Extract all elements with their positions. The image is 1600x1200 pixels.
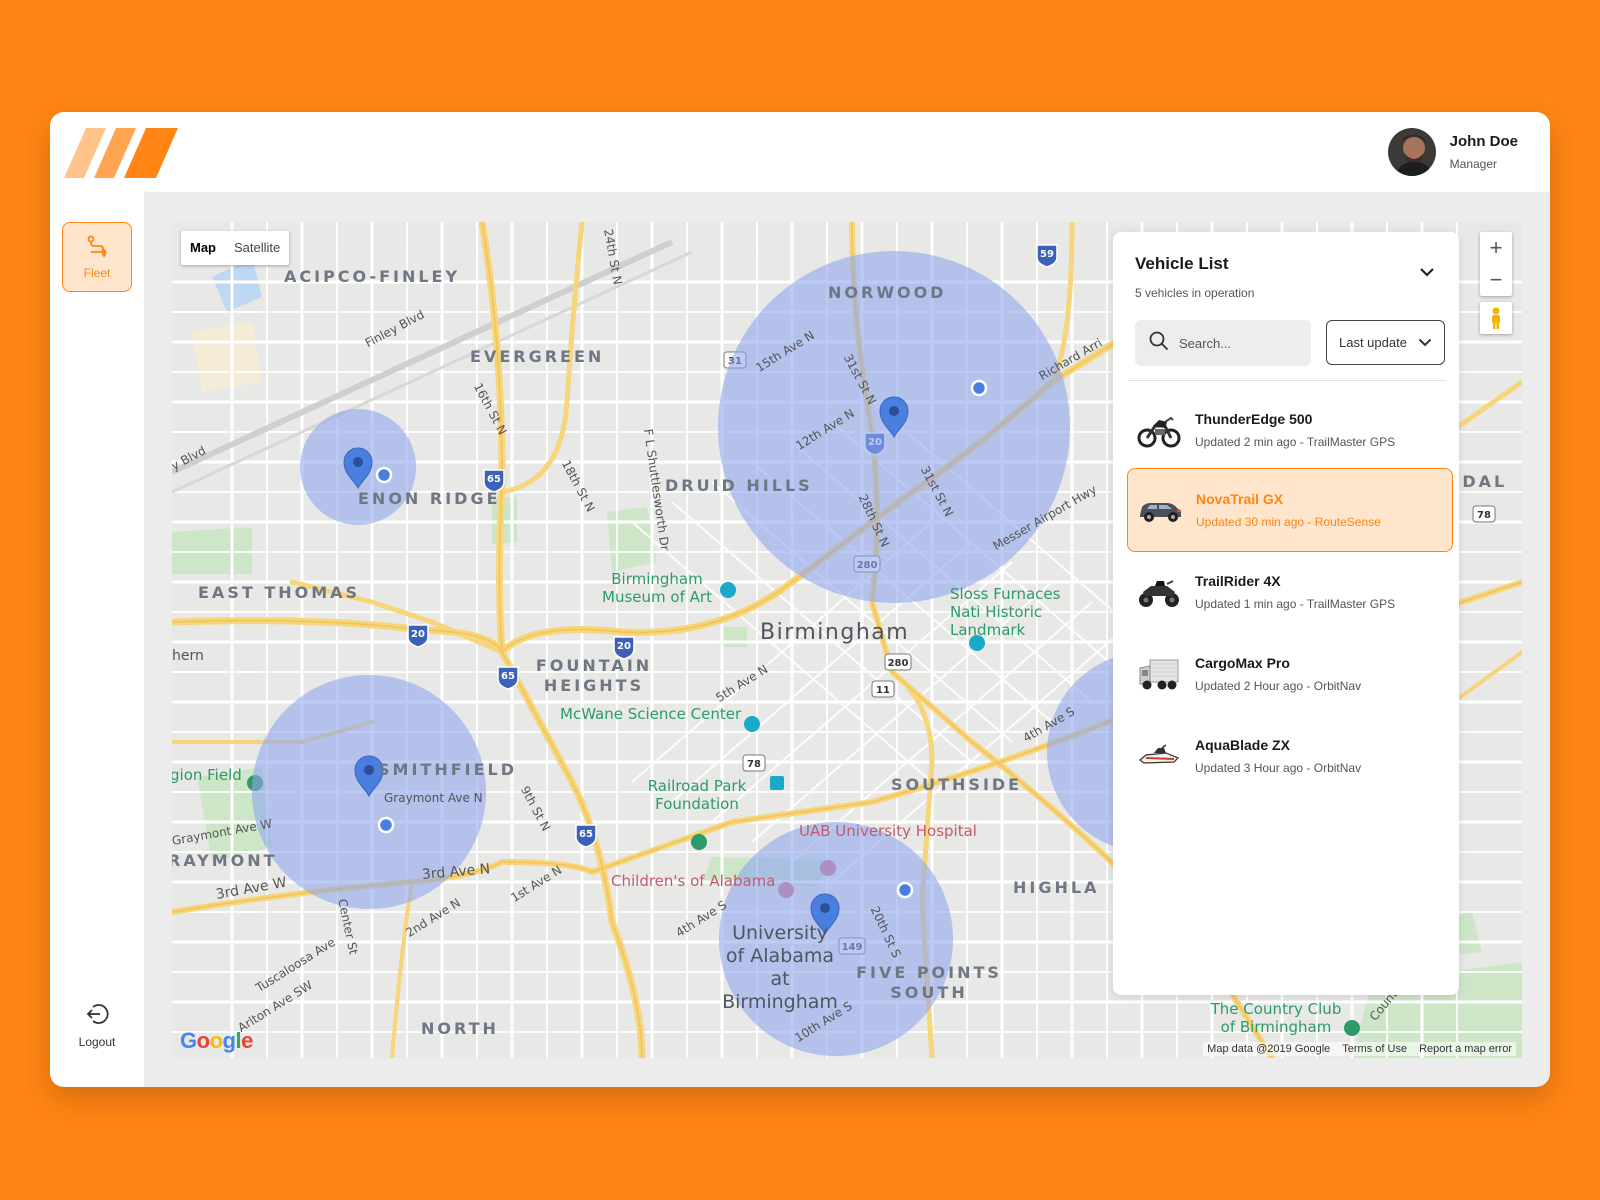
report-error-link[interactable]: Report a map error (1419, 1043, 1512, 1055)
user-profile[interactable]: John Doe Manager (1387, 128, 1518, 176)
vehicle-search (1135, 320, 1311, 366)
vehicle-status: Updated 1 min ago - TrailMaster GPS (1195, 597, 1396, 611)
panel-divider (1128, 380, 1446, 381)
logout-icon (84, 1001, 110, 1032)
sort-dropdown-label: Last update (1339, 335, 1407, 350)
collapse-chevron-icon[interactable] (1419, 264, 1435, 282)
svg-text:20: 20 (617, 641, 631, 652)
vehicle-list-subtitle: 5 vehicles in operation (1135, 286, 1255, 300)
logout-button[interactable]: Logout (62, 1001, 132, 1049)
svg-text:280: 280 (888, 658, 909, 669)
vehicle-item-cargomax-pro[interactable]: CargoMax Pro Updated 2 Hour ago - OrbitN… (1127, 632, 1453, 716)
vehicle-status: Updated 2 min ago - TrailMaster GPS (1195, 435, 1396, 449)
atv-icon (1135, 572, 1183, 612)
neighborhood-label: EVERGREEN (470, 347, 605, 366)
map-attribution: Map data @2019 Google Terms of Use Repor… (1203, 1042, 1516, 1056)
vehicle-name: NovaTrail GX (1196, 491, 1284, 507)
city-label: Birmingham (760, 620, 910, 645)
street-view-pegman-icon[interactable] (1480, 302, 1512, 334)
user-role: Manager (1449, 157, 1498, 171)
svg-text:11: 11 (876, 685, 890, 696)
vehicle-list-panel: Vehicle List 5 vehicles in operation Las… (1113, 232, 1459, 995)
user-name: John Doe (1449, 133, 1518, 150)
poi-uab-label: University of Alabama at Birmingham (722, 922, 838, 1013)
vehicle-name: AquaBlade ZX (1195, 737, 1290, 753)
google-logo: Google (180, 1028, 253, 1053)
vehicle-list-title: Vehicle List (1135, 254, 1229, 273)
sort-dropdown[interactable]: Last update (1326, 320, 1445, 365)
vehicle-item-thunderedge-500[interactable]: ThunderEdge 500 Updated 2 min ago - Trai… (1127, 388, 1453, 472)
poi-country-club-label: The Country Club of Birmingham (1210, 1000, 1342, 1036)
sidebar-item-fleet[interactable]: Fleet (62, 222, 132, 292)
sidebar-item-fleet-label: Fleet (83, 266, 111, 280)
map-type-satellite-button[interactable]: Satellite (225, 231, 289, 265)
app-window: John Doe Manager Fleet Logout 59 65 20 2… (50, 112, 1550, 1087)
poi-museum-label: Birmingham Museum of Art (602, 570, 712, 606)
poi-uab-hospital-label: UAB University Hospital (799, 822, 977, 840)
zoom-out-button[interactable]: − (1480, 264, 1512, 296)
jetski-icon (1135, 736, 1183, 776)
street-label: Graymont Ave N (384, 791, 483, 805)
svg-text:65: 65 (579, 829, 593, 840)
street-label: hern (172, 648, 204, 664)
svg-text:78: 78 (1477, 510, 1491, 521)
search-input[interactable] (1179, 335, 1299, 351)
vehicle-status: Updated 2 Hour ago - OrbitNav (1195, 679, 1362, 693)
top-header: John Doe Manager (50, 112, 1550, 192)
vehicle-name: ThunderEdge 500 (1195, 411, 1313, 427)
terms-link[interactable]: Terms of Use (1342, 1043, 1407, 1055)
neighborhood-label: SMITHFIELD (378, 760, 517, 779)
poi-childrens-label: Children's of Alabama (611, 872, 776, 890)
neighborhood-label: EAST THOMAS (198, 583, 361, 602)
poi-legion-label: gion Field (172, 766, 242, 784)
neighborhood-label: RAYMONT (172, 851, 278, 870)
vehicle-item-novatrail-gx[interactable]: NovaTrail GX Updated 30 min ago - RouteS… (1127, 468, 1453, 552)
vehicle-name: CargoMax Pro (1195, 655, 1290, 671)
neighborhood-label: NORTH (421, 1019, 499, 1038)
sidebar: Fleet Logout (50, 192, 144, 1087)
truck-icon (1135, 654, 1183, 694)
poi-sloss-label: Sloss Furnaces Nati Historic Landmark (950, 585, 1061, 639)
vehicle-item-trailrider-4x[interactable]: TrailRider 4X Updated 1 min ago - TrailM… (1127, 550, 1453, 634)
chevron-down-icon (1418, 335, 1432, 350)
highway-59-label: 59 (1040, 249, 1054, 260)
suv-icon (1136, 490, 1184, 530)
poi-mcwane-label: McWane Science Center (560, 705, 742, 723)
svg-text:78: 78 (747, 759, 761, 770)
svg-text:65: 65 (501, 671, 515, 682)
neighborhood-label: FIVE POINTS SOUTH (856, 963, 1002, 1002)
map-type-control: Map Satellite (181, 231, 290, 265)
avatar[interactable] (1387, 128, 1436, 176)
neighborhood-label: ENON RIDGE (358, 489, 501, 508)
brand-logo[interactable] (64, 128, 180, 183)
route-icon (85, 234, 109, 263)
motorcycle-icon (1135, 410, 1183, 450)
search-icon (1149, 331, 1169, 356)
map-data-text: Map data @2019 Google (1207, 1043, 1331, 1055)
map-type-map-button[interactable]: Map (181, 231, 225, 265)
logout-label: Logout (78, 1035, 116, 1049)
vehicle-item-aquablade-zx[interactable]: AquaBlade ZX Updated 3 Hour ago - OrbitN… (1127, 714, 1453, 798)
poi-railroad-label: Railroad Park Foundation (647, 777, 747, 813)
vehicle-status: Updated 3 Hour ago - OrbitNav (1195, 761, 1362, 775)
neighborhood-label: FOUNTAIN HEIGHTS (535, 656, 653, 695)
svg-text:65: 65 (487, 474, 501, 485)
neighborhood-label: SOUTHSIDE (891, 775, 1023, 794)
neighborhood-label: DRUID HILLS (665, 476, 813, 495)
neighborhood-label: HIGHLA (1013, 878, 1100, 897)
zoom-control: + − (1480, 232, 1512, 296)
svg-text:20: 20 (411, 629, 425, 640)
vehicle-name: TrailRider 4X (1195, 573, 1281, 589)
neighborhood-label: NORWOOD (828, 283, 947, 302)
neighborhood-label: ACIPCO-FINLEY (284, 267, 461, 286)
zoom-in-button[interactable]: + (1480, 232, 1512, 264)
vehicle-status: Updated 30 min ago - RouteSense (1196, 515, 1381, 529)
